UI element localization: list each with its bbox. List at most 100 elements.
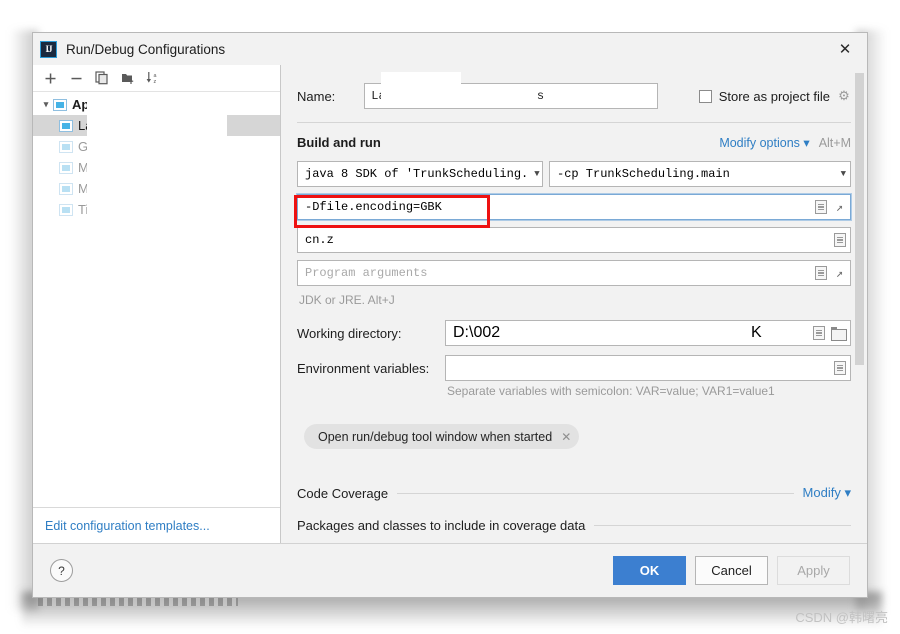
expand-editor-icon[interactable]: ↗ [833,201,846,215]
cancel-button[interactable]: Cancel [695,556,768,585]
divider [397,492,794,494]
sidebar-footer: Edit configuration templates... [33,507,280,543]
close-icon[interactable]: ✕ [823,33,867,65]
environment-variables-label: Environment variables: [297,360,430,376]
editor-scrollbar-thumb[interactable] [855,73,864,365]
configurations-tree: ▾ Application La G M [33,92,280,507]
jre-module-row: java 8 SDK of 'TrunkScheduling. ▼ -cp Tr… [297,161,851,187]
chevron-down-icon: ▾ [844,485,851,500]
browse-class-icon[interactable] [834,233,846,247]
code-coverage-title: Code Coverage [297,485,389,501]
intellij-logo-text: IJ [45,43,52,54]
modify-options-link[interactable]: Modify options ▾ [719,135,809,150]
dialog-titlebar: IJ Run/Debug Configurations ✕ [33,33,867,65]
open-tool-window-chip[interactable]: Open run/debug tool window when started … [304,424,580,449]
application-icon [59,119,73,132]
redaction-overlay-tree [87,92,227,222]
module-classpath-value: -cp TrunkScheduling.main [557,167,730,181]
program-arguments-field-actions: ↗ [809,266,846,281]
sort-alpha-icon: a z [146,72,157,85]
environment-variables-hint: Separate variables with semicolon: VAR=v… [447,384,775,398]
program-arguments-row: Program arguments ↗ [297,260,851,286]
svg-text:z: z [154,79,157,85]
folder-add-icon [121,74,133,84]
insert-macro-icon[interactable] [815,266,827,280]
store-as-project-file-checkbox[interactable] [698,89,712,103]
sort-configurations-button[interactable]: a z [142,67,166,89]
configuration-editor-panel: Name: Store as project file ⚙ Build and … [281,65,867,543]
main-class-input[interactable]: cn.z [297,227,851,253]
vm-options-field-actions: ↗ [809,200,846,215]
coverage-packages-section-header: Packages and classes to include in cover… [297,518,851,533]
copy-icon [95,71,108,85]
plus-icon [45,73,55,83]
main-class-value: cn.z [305,233,334,247]
store-as-project-file-label: Store as project file [718,88,830,104]
ok-button[interactable]: OK [613,556,686,585]
redaction-overlay-name [381,72,461,104]
remove-configuration-button[interactable] [64,67,88,89]
open-tool-window-chip-label: Open run/debug tool window when started [318,429,553,444]
folder-browse-icon[interactable] [831,326,847,341]
gear-icon[interactable]: ⚙ [837,88,851,103]
divider [297,122,851,123]
modify-options-shortcut: Alt+M [818,135,851,150]
working-directory-input[interactable]: D:\002 K [445,320,851,346]
application-icon [59,161,73,174]
insert-macro-icon[interactable] [815,200,827,214]
program-arguments-placeholder: Program arguments [305,266,428,280]
working-directory-row: Working directory: D:\002 K [297,320,851,346]
options-chip-row: Open run/debug tool window when started … [304,424,851,449]
close-icon[interactable]: ✕ [561,430,571,444]
help-button[interactable]: ? [50,559,73,582]
program-arguments-input[interactable]: Program arguments ↗ [297,260,851,286]
application-icon [59,140,73,153]
dialog-title: Run/Debug Configurations [66,41,226,57]
configurations-sidebar: a z ▾ Application La [33,65,281,543]
chevron-down-icon[interactable]: ▾ [39,99,53,110]
application-icon [53,98,67,111]
chevron-down-icon: ▾ [803,136,810,150]
apply-button: Apply [777,556,850,585]
divider [594,525,851,526]
new-folder-button[interactable] [116,67,140,89]
vm-options-row: -Dfile.encoding=GBK ↗ [297,194,851,220]
run-debug-configurations-dialog: IJ Run/Debug Configurations ✕ a z ▾ La G… [32,32,868,598]
dialog-action-buttons: OK Cancel Apply [613,556,850,585]
intellij-logo-icon: IJ [40,40,57,58]
environment-variables-input[interactable] [445,355,851,381]
jre-select-value: java 8 SDK of 'TrunkScheduling. [305,167,529,181]
module-classpath-select[interactable]: -cp TrunkScheduling.main ▼ [549,161,851,187]
copy-configuration-button[interactable] [90,67,114,89]
store-as-project-file-group: Store as project file ⚙ [698,88,851,104]
application-icon [59,182,73,195]
working-directory-label: Working directory: [297,325,402,341]
code-coverage-modify-link[interactable]: Modify ▾ [803,485,851,501]
chevron-down-icon: ▼ [534,169,540,179]
main-class-field-actions [828,233,846,247]
vm-options-value: -Dfile.encoding=GBK [305,200,442,214]
dialog-body: a z ▾ Application La [33,65,867,543]
coverage-packages-title: Packages and classes to include in cover… [297,518,586,533]
edit-configuration-templates-link[interactable]: Edit configuration templates... [45,519,210,533]
jre-select[interactable]: java 8 SDK of 'TrunkScheduling. ▼ [297,161,543,187]
build-and-run-header: Build and run Modify options ▾ Alt+M [297,135,851,150]
redaction-overlay-working-directory [502,321,752,345]
add-configuration-button[interactable] [38,67,62,89]
working-directory-tail: K [751,324,762,341]
screenshot-root: IJ Run/Debug Configurations ✕ a z ▾ La G… [0,0,900,634]
edit-variables-icon[interactable] [834,361,846,375]
editor-scrollbar[interactable] [855,73,864,543]
code-coverage-section-header: Code Coverage Modify ▾ [297,485,851,501]
insert-macro-icon[interactable] [813,326,825,340]
application-icon [59,203,73,216]
working-directory-field-actions [807,326,847,341]
build-and-run-title: Build and run [297,135,381,150]
csdn-watermark: CSDN @韩曙亮 [795,610,888,625]
chevron-down-icon: ▼ [840,169,846,179]
build-and-run-actions: Modify options ▾ Alt+M [719,135,851,151]
vm-options-input[interactable]: -Dfile.encoding=GBK ↗ [297,194,851,220]
expand-editor-icon[interactable]: ↗ [833,267,846,281]
environment-variables-row: Environment variables: [297,355,851,381]
dialog-footer: ? OK Cancel Apply [33,543,867,597]
